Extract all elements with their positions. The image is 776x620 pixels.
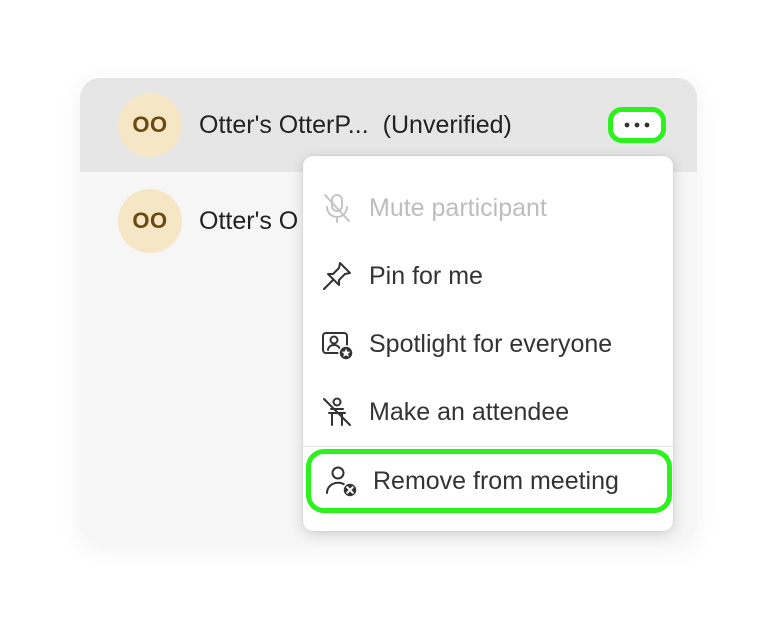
menu-item-mute-participant[interactable]: Mute participant	[303, 174, 673, 242]
avatar: OO	[118, 189, 182, 253]
participant-name-text: Otter's O	[199, 207, 299, 235]
menu-item-label: Mute participant	[369, 193, 547, 222]
participant-name: Otter's OtterP... (Unverified)	[199, 111, 512, 140]
pin-icon	[319, 258, 355, 294]
menu-item-label: Spotlight for everyone	[369, 329, 613, 358]
menu-item-make-an-attendee[interactable]: Make an attendee	[303, 378, 673, 446]
menu-item-label: Remove from meeting	[373, 466, 619, 495]
participant-name: Otter's O	[199, 207, 298, 236]
menu-divider	[303, 446, 673, 447]
more-options-button[interactable]	[608, 107, 666, 143]
menu-item-pin-for-me[interactable]: Pin for me	[303, 242, 673, 310]
menu-item-label: Pin for me	[369, 261, 483, 290]
participant-context-menu: Mute participant Pin for me Spotlight fo…	[303, 156, 673, 531]
remove-person-icon	[323, 463, 359, 499]
verification-status: (Unverified)	[382, 111, 512, 139]
more-horizontal-icon	[624, 122, 650, 128]
menu-item-label: Make an attendee	[369, 397, 570, 426]
avatar: OO	[118, 93, 182, 157]
menu-item-remove-from-meeting[interactable]: Remove from meeting	[306, 449, 672, 513]
menu-item-spotlight-for-everyone[interactable]: Spotlight for everyone	[303, 310, 673, 378]
spotlight-icon	[319, 326, 355, 362]
microphone-off-icon	[319, 190, 355, 226]
attendee-off-icon	[319, 394, 355, 430]
participant-name-text: Otter's OtterP...	[199, 111, 369, 139]
